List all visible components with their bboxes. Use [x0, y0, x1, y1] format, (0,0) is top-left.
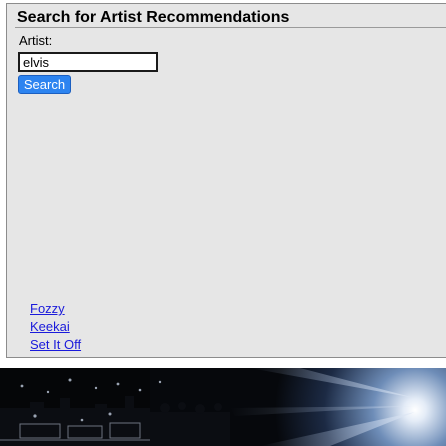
result-item: Set It Off: [30, 336, 81, 354]
artist-label: Artist:: [19, 33, 53, 48]
result-link-set-it-off[interactable]: Set It Off: [30, 337, 81, 352]
artist-input[interactable]: [18, 52, 158, 72]
result-link-keekai[interactable]: Keekai: [30, 319, 70, 334]
concert-photo-image: [0, 368, 446, 446]
title-divider: [15, 27, 446, 28]
search-button[interactable]: Search: [18, 75, 71, 94]
search-panel: Search for Artist Recommendations Artist…: [6, 3, 446, 358]
result-link-fozzy[interactable]: Fozzy: [30, 301, 65, 316]
results-list: Fozzy Keekai Set It Off: [30, 300, 81, 354]
result-item: Keekai: [30, 318, 81, 336]
result-item: Fozzy: [30, 300, 81, 318]
panel-title: Search for Artist Recommendations: [17, 9, 290, 26]
concert-photo: [0, 368, 446, 446]
